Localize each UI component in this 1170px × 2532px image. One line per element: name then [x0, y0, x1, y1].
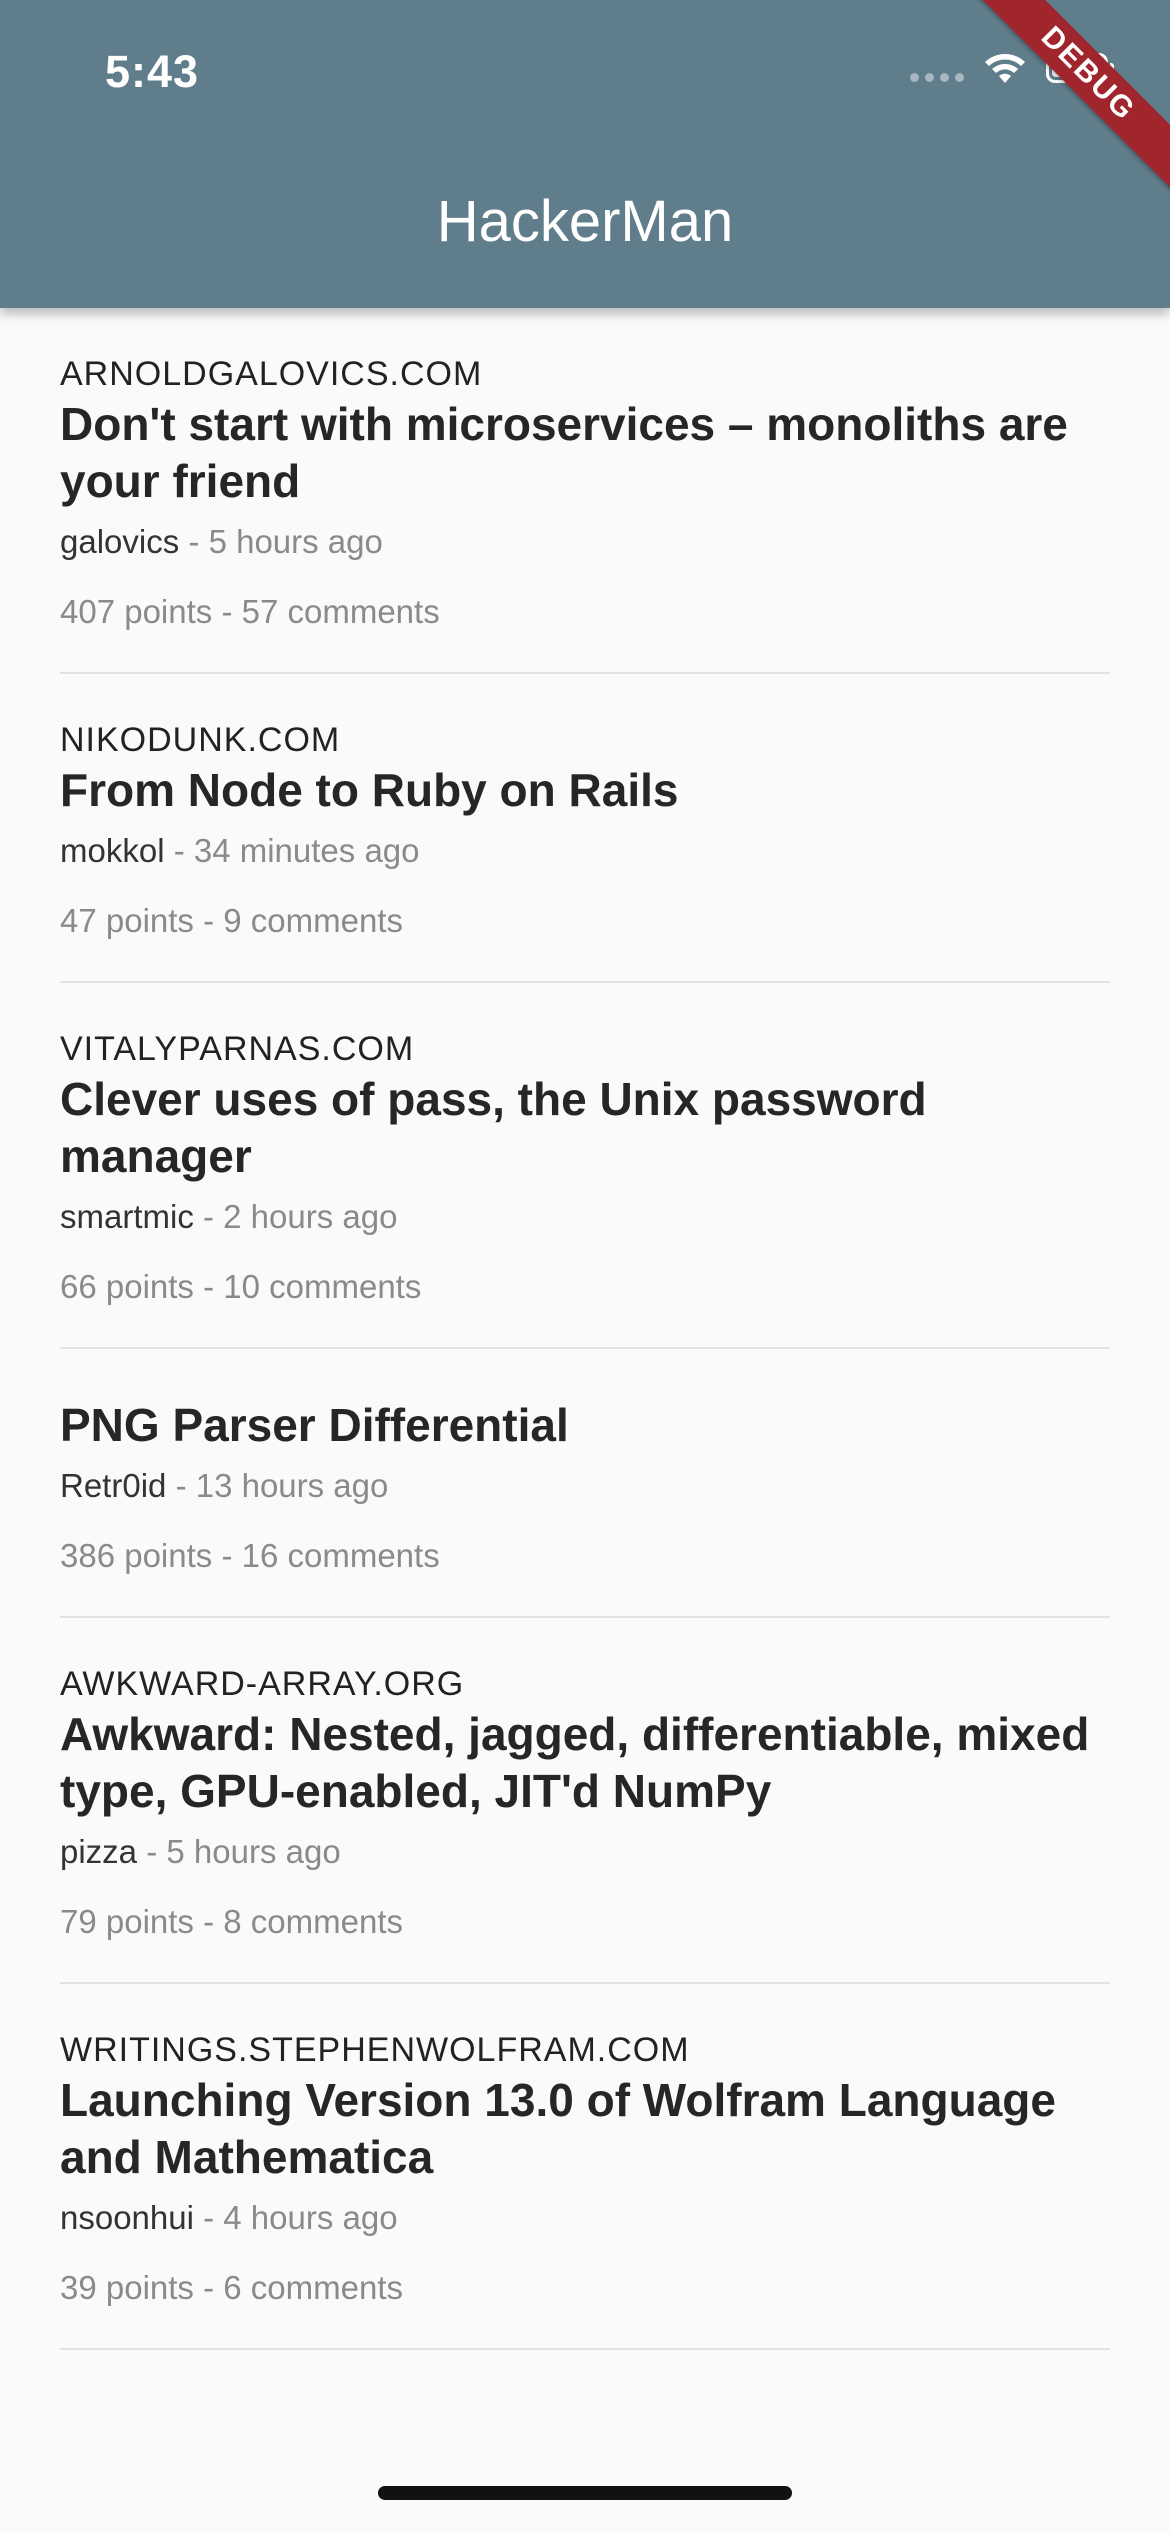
story-list: ARNOLDGALOVICS.COM Don't start with micr… — [0, 308, 1170, 2350]
story-time: - 2 hours ago — [203, 1198, 398, 1235]
story-title[interactable]: Clever uses of pass, the Unix password m… — [60, 1071, 1110, 1185]
story-title[interactable]: Awkward: Nested, jagged, differentiable,… — [60, 1706, 1110, 1820]
story-domain: WRITINGS.STEPHENWOLFRAM.COM — [60, 2031, 690, 2069]
cellular-signal-icon — [910, 72, 964, 82]
story-meta: mokkol - 34 minutes ago — [60, 831, 1110, 871]
story-author: nsoonhui — [60, 2199, 194, 2236]
story-author: smartmic — [60, 1198, 194, 1235]
story-stats: 386 points - 16 comments — [60, 1537, 440, 1574]
app-title: HackerMan — [436, 189, 734, 254]
status-time: 5:43 — [105, 46, 200, 97]
story-stats: 39 points - 6 comments — [60, 2269, 403, 2306]
story-author: mokkol — [60, 832, 165, 869]
story-meta: Retr0id - 13 hours ago — [60, 1466, 1110, 1506]
story-author: galovics — [60, 523, 180, 560]
story-title[interactable]: Launching Version 13.0 of Wolfram Langua… — [60, 2072, 1110, 2186]
story-stats: 66 points - 10 comments — [60, 1268, 422, 1305]
story-title[interactable]: Don't start with microservices – monolit… — [60, 396, 1110, 510]
story-stats: 47 points - 9 comments — [60, 902, 403, 939]
story-author: Retr0id — [60, 1467, 167, 1504]
story-meta: nsoonhui - 4 hours ago — [60, 2198, 1110, 2238]
story-time: - 5 hours ago — [188, 523, 383, 560]
story-time: - 34 minutes ago — [173, 832, 420, 869]
home-indicator[interactable] — [378, 2486, 792, 2500]
story-meta: smartmic - 2 hours ago — [60, 1197, 1110, 1237]
story-domain: VITALYPARNAS.COM — [60, 1030, 415, 1068]
story-time: - 13 hours ago — [175, 1467, 389, 1504]
story-item[interactable]: AWKWARD-ARRAY.ORG Awkward: Nested, jagge… — [60, 1618, 1110, 1984]
story-domain: AWKWARD-ARRAY.ORG — [60, 1665, 465, 1703]
story-stats: 407 points - 57 comments — [60, 593, 440, 630]
wifi-icon — [985, 54, 1025, 83]
story-time: - 4 hours ago — [203, 2199, 398, 2236]
story-author: pizza — [60, 1833, 138, 1870]
story-item[interactable]: PNG Parser Differential Retr0id - 13 hou… — [60, 1349, 1110, 1618]
story-item[interactable]: ARNOLDGALOVICS.COM Don't start with micr… — [60, 308, 1110, 674]
story-item[interactable]: VITALYPARNAS.COM Clever uses of pass, th… — [60, 983, 1110, 1349]
app-bar: 5:43 HackerMan — [0, 0, 1170, 308]
story-domain: ARNOLDGALOVICS.COM — [60, 355, 483, 393]
story-meta: pizza - 5 hours ago — [60, 1832, 1110, 1872]
story-item[interactable]: NIKODUNK.COM From Node to Ruby on Rails … — [60, 674, 1110, 983]
story-title[interactable]: PNG Parser Differential — [60, 1397, 1110, 1454]
story-meta: galovics - 5 hours ago — [60, 522, 1110, 562]
story-stats: 79 points - 8 comments — [60, 1903, 403, 1940]
story-time: - 5 hours ago — [146, 1833, 341, 1870]
story-item[interactable]: WRITINGS.STEPHENWOLFRAM.COM Launching Ve… — [60, 1984, 1110, 2350]
story-title[interactable]: From Node to Ruby on Rails — [60, 762, 1110, 819]
story-domain: NIKODUNK.COM — [60, 721, 341, 759]
